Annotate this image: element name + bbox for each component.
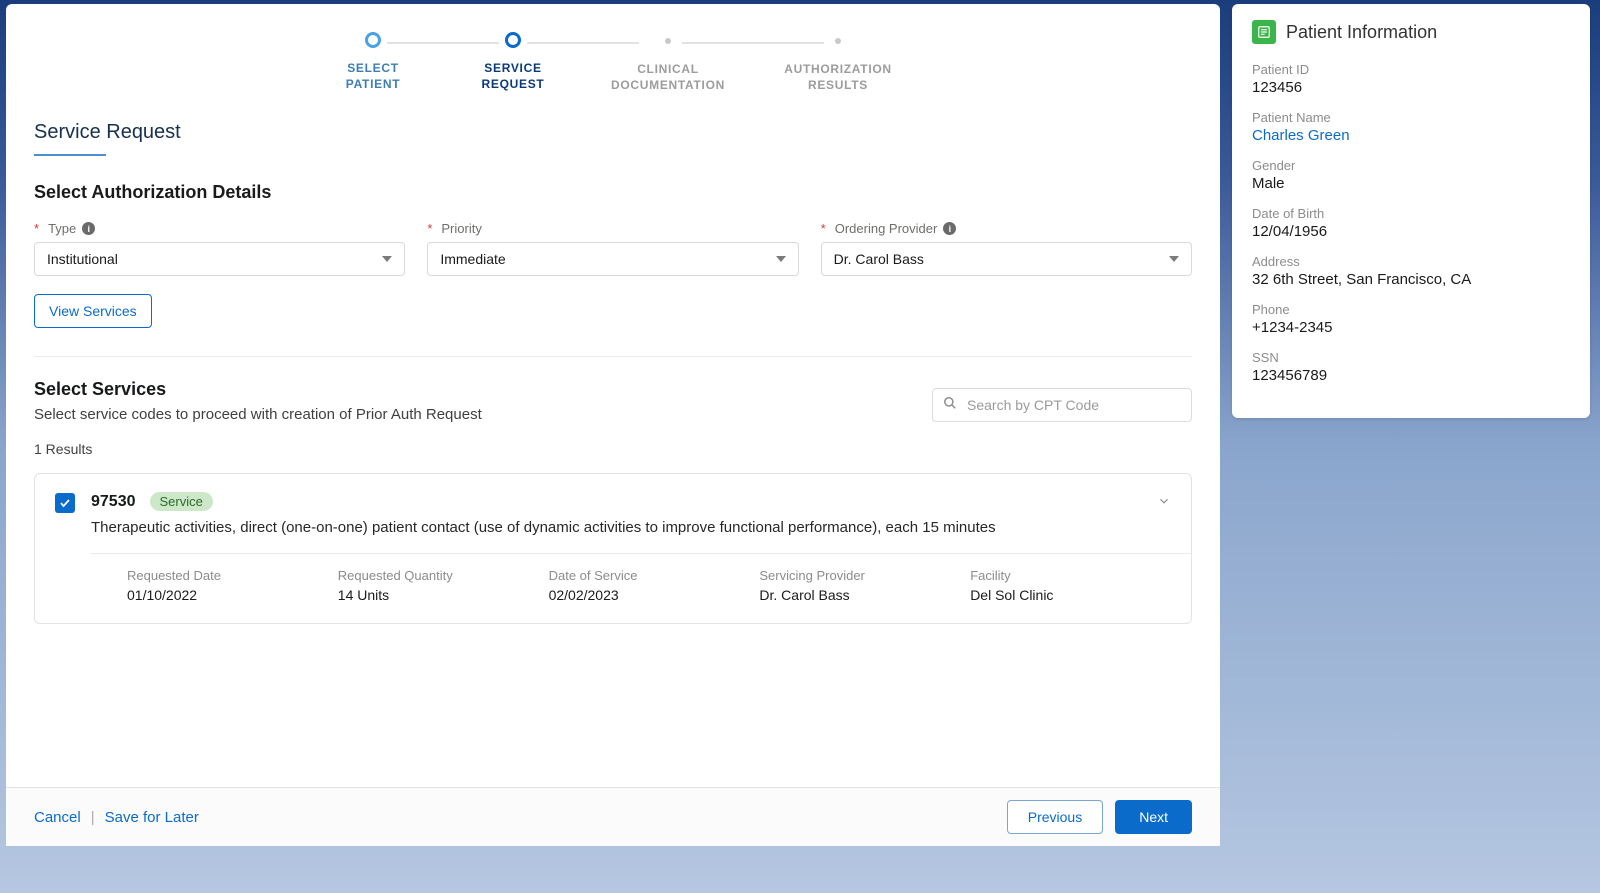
step-clinical-documentation[interactable]: CLINICALDOCUMENTATION	[583, 32, 753, 93]
auth-details-heading: Select Authorization Details	[34, 182, 1192, 203]
results-count: 1 Results	[34, 441, 1192, 457]
select-services-heading: Select Services	[34, 379, 482, 400]
ordering-provider-label: Ordering Provider	[835, 221, 938, 236]
service-checkbox[interactable]	[55, 493, 75, 513]
collapse-toggle[interactable]	[1157, 494, 1171, 513]
patient-info-title: Patient Information	[1286, 22, 1437, 43]
page-title: Service Request	[34, 121, 181, 144]
requested-qty-value: 14 Units	[338, 587, 539, 603]
dos-value: 02/02/2023	[549, 587, 750, 603]
requested-date-label: Requested Date	[127, 568, 328, 583]
chevron-down-icon	[1169, 256, 1179, 262]
servicing-provider-label: Servicing Provider	[759, 568, 960, 583]
save-for-later-link[interactable]: Save for Later	[105, 809, 199, 826]
chevron-down-icon	[382, 256, 392, 262]
address-label: Address	[1252, 254, 1570, 269]
ordering-provider-value: Dr. Carol Bass	[834, 251, 924, 267]
next-button[interactable]: Next	[1115, 800, 1192, 834]
ordering-provider-select[interactable]: Dr. Carol Bass	[821, 242, 1192, 276]
required-indicator: *	[427, 221, 432, 236]
previous-button[interactable]: Previous	[1007, 800, 1103, 834]
progress-stepper: SELECTPATIENT SERVICEREQUEST CLINICALDOC…	[34, 32, 1192, 93]
facility-label: Facility	[970, 568, 1171, 583]
service-description: Therapeutic activities, direct (one-on-o…	[91, 517, 1171, 539]
facility-value: Del Sol Clinic	[970, 587, 1171, 603]
servicing-provider-value: Dr. Carol Bass	[759, 587, 960, 603]
info-icon[interactable]: i	[943, 222, 956, 235]
cpt-search-input[interactable]	[967, 397, 1181, 413]
gender-label: Gender	[1252, 158, 1570, 173]
step-select-patient[interactable]: SELECTPATIENT	[303, 32, 443, 92]
step-dot-pending-icon	[835, 38, 841, 44]
ssn-label: SSN	[1252, 350, 1570, 365]
info-icon[interactable]: i	[82, 222, 95, 235]
step-dot-pending-icon	[665, 38, 671, 44]
check-icon	[59, 497, 71, 509]
main-panel: SELECTPATIENT SERVICEREQUEST CLINICALDOC…	[6, 4, 1220, 846]
footer-bar: Cancel | Save for Later Previous Next	[6, 787, 1220, 846]
phone-label: Phone	[1252, 302, 1570, 317]
patient-id-value: 123456	[1252, 79, 1570, 96]
search-icon	[943, 396, 957, 415]
address-value: 32 6th Street, San Francisco, CA	[1252, 271, 1570, 288]
cancel-link[interactable]: Cancel	[34, 809, 81, 826]
type-value: Institutional	[47, 251, 118, 267]
step-authorization-results[interactable]: AUTHORIZATIONRESULTS	[753, 32, 923, 93]
priority-field: * Priority Immediate	[427, 221, 798, 276]
patient-id-label: Patient ID	[1252, 62, 1570, 77]
step-dot-active-icon	[505, 32, 521, 48]
type-select[interactable]: Institutional	[34, 242, 405, 276]
ordering-provider-field: * Ordering Provider i Dr. Carol Bass	[821, 221, 1192, 276]
patient-name-link[interactable]: Charles Green	[1252, 127, 1570, 144]
priority-label: Priority	[441, 221, 481, 236]
chevron-down-icon	[1157, 494, 1171, 508]
section-divider	[34, 356, 1192, 357]
view-services-button[interactable]: View Services	[34, 294, 152, 328]
dob-value: 12/04/1956	[1252, 223, 1570, 240]
ssn-value: 123456789	[1252, 367, 1570, 384]
patient-name-label: Patient Name	[1252, 110, 1570, 125]
service-code: 97530	[91, 493, 136, 511]
step-label: AUTHORIZATIONRESULTS	[784, 61, 892, 93]
patient-info-icon	[1252, 20, 1276, 44]
gender-value: Male	[1252, 175, 1570, 192]
service-card: 97530 Service Therapeutic activities, di…	[34, 473, 1192, 624]
dob-label: Date of Birth	[1252, 206, 1570, 221]
step-service-request[interactable]: SERVICEREQUEST	[443, 32, 583, 92]
required-indicator: *	[34, 221, 39, 236]
service-badge: Service	[150, 492, 213, 511]
priority-value: Immediate	[440, 251, 505, 267]
step-dot-completed-icon	[365, 32, 381, 48]
type-field: * Type i Institutional	[34, 221, 405, 276]
type-label: Type	[48, 221, 76, 236]
cpt-search-box[interactable]	[932, 388, 1192, 422]
step-label: SELECTPATIENT	[346, 60, 400, 92]
step-label: SERVICEREQUEST	[482, 60, 545, 92]
phone-value: +1234-2345	[1252, 319, 1570, 336]
footer-separator: |	[91, 809, 95, 826]
select-services-subtext: Select service codes to proceed with cre…	[34, 406, 482, 423]
requested-qty-label: Requested Quantity	[338, 568, 539, 583]
chevron-down-icon	[776, 256, 786, 262]
requested-date-value: 01/10/2022	[127, 587, 328, 603]
title-underline	[34, 154, 106, 156]
step-label: CLINICALDOCUMENTATION	[611, 61, 725, 93]
patient-info-panel: Patient Information Patient ID 123456 Pa…	[1232, 4, 1590, 418]
dos-label: Date of Service	[549, 568, 750, 583]
required-indicator: *	[821, 221, 826, 236]
priority-select[interactable]: Immediate	[427, 242, 798, 276]
